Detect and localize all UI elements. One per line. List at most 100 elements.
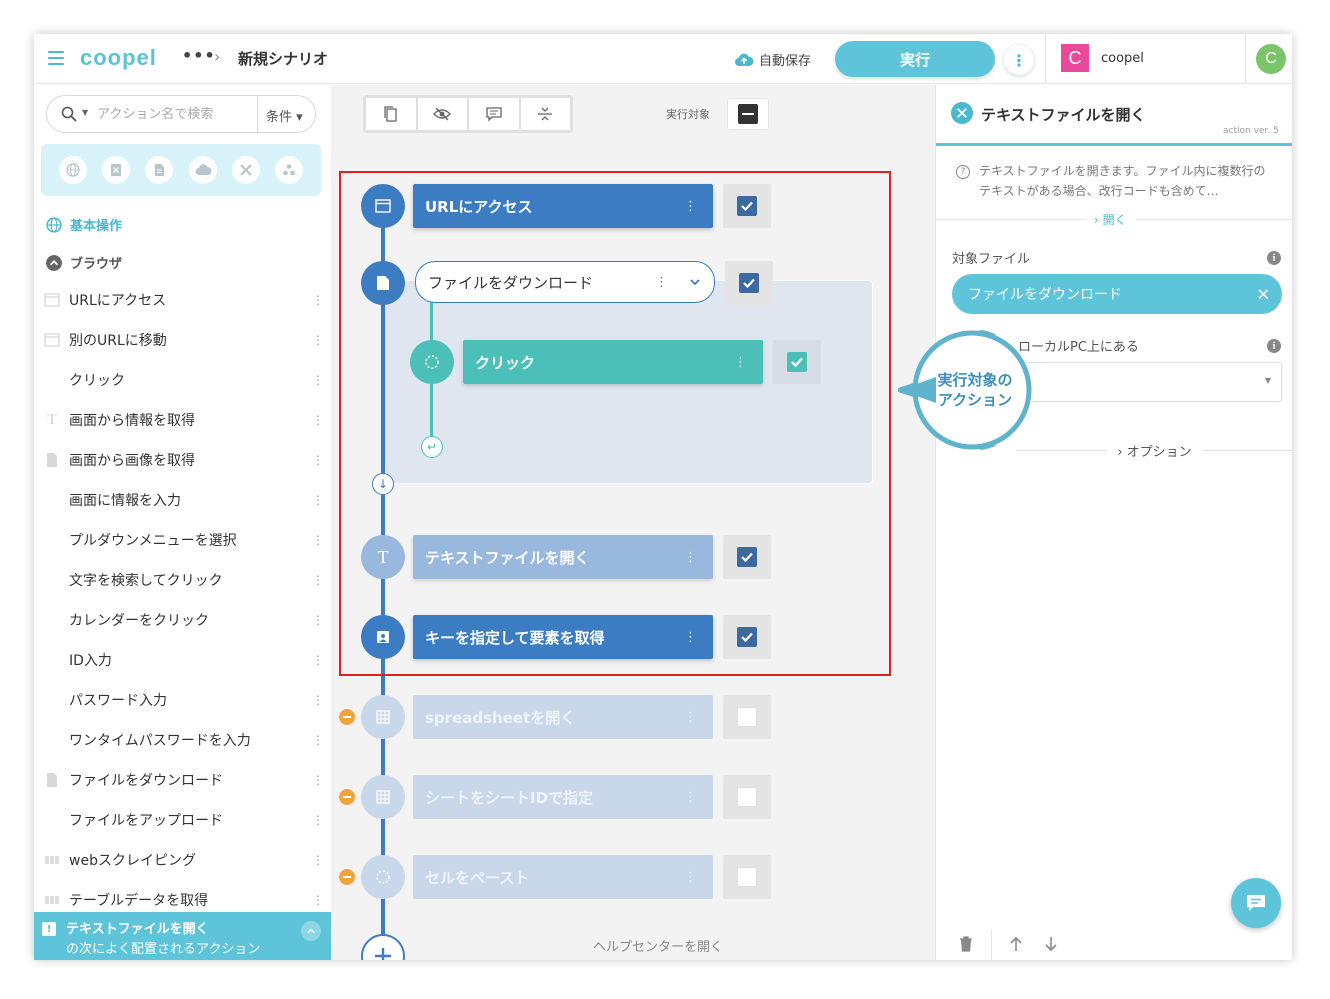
list-item[interactable]: プルダウンメニューを選択 ⋮ bbox=[34, 520, 331, 560]
target-file-chip[interactable]: ファイルをダウンロード ✕ bbox=[952, 274, 1282, 314]
item-menu-icon[interactable]: ⋮ bbox=[312, 893, 324, 907]
run-button[interactable]: 実行 bbox=[835, 41, 995, 77]
action-menu-icon[interactable]: ⋮ bbox=[734, 355, 747, 370]
item-menu-icon[interactable]: ⋮ bbox=[312, 653, 324, 667]
category-basic-operations[interactable]: 基本操作 bbox=[46, 215, 122, 234]
list-item[interactable]: ID入力 ⋮ bbox=[34, 640, 331, 680]
more-options-button[interactable]: ⋮ bbox=[1004, 45, 1034, 75]
action-open-text-file[interactable]: テキストファイルを開く ⋮ bbox=[413, 535, 713, 579]
action-get-element-by-key[interactable]: キーを指定して要素を取得 ⋮ bbox=[413, 615, 713, 659]
item-menu-icon[interactable]: ⋮ bbox=[312, 413, 324, 427]
list-item[interactable]: 画面から画像を取得 ⋮ bbox=[34, 440, 331, 480]
list-item[interactable]: パスワード入力 ⋮ bbox=[34, 680, 331, 720]
item-menu-icon[interactable]: ⋮ bbox=[312, 333, 324, 347]
list-item[interactable]: ファイルをアップロード ⋮ bbox=[34, 800, 331, 840]
arrow-up-icon[interactable] bbox=[1009, 936, 1023, 952]
comment-icon[interactable] bbox=[469, 98, 519, 130]
item-menu-icon[interactable]: ⋮ bbox=[312, 813, 324, 827]
item-menu-icon[interactable]: ⋮ bbox=[312, 533, 324, 547]
window-icon[interactable] bbox=[361, 184, 405, 228]
group-end-icon[interactable]: ↓ bbox=[372, 473, 394, 495]
item-menu-icon[interactable]: ⋮ bbox=[312, 613, 324, 627]
add-action-button[interactable] bbox=[361, 934, 405, 960]
options-toggle[interactable]: › オプション bbox=[1016, 441, 1292, 460]
breadcrumb-more-button[interactable]: ••• bbox=[182, 46, 216, 65]
list-item[interactable]: ワンタイムパスワードを入力 ⋮ bbox=[34, 720, 331, 760]
condition-filter-button[interactable]: 条件 ▾ bbox=[266, 106, 303, 125]
arrow-down-icon[interactable] bbox=[1044, 936, 1058, 952]
globe-icon[interactable] bbox=[58, 156, 87, 184]
collapse-icon[interactable] bbox=[520, 98, 570, 130]
info-icon[interactable]: i bbox=[1267, 339, 1281, 353]
cloud-icon[interactable] bbox=[188, 156, 217, 184]
list-item[interactable]: URLにアクセス ⋮ bbox=[34, 280, 331, 320]
document-icon[interactable] bbox=[361, 261, 405, 305]
action-menu-icon[interactable]: ⋮ bbox=[684, 630, 697, 645]
target-checkbox[interactable] bbox=[723, 184, 771, 228]
chevron-down-icon[interactable] bbox=[688, 275, 702, 289]
item-menu-icon[interactable]: ⋮ bbox=[312, 733, 324, 747]
target-checkbox[interactable] bbox=[723, 695, 771, 739]
hide-icon[interactable] bbox=[417, 98, 467, 130]
item-menu-icon[interactable]: ⋮ bbox=[312, 293, 324, 307]
target-checkbox[interactable] bbox=[723, 775, 771, 819]
action-menu-icon[interactable]: ⋮ bbox=[655, 275, 668, 290]
workspace-badge[interactable]: C bbox=[1061, 44, 1089, 72]
loop-return-icon[interactable]: ↵ bbox=[421, 436, 443, 458]
workspace-name[interactable]: coopel bbox=[1101, 51, 1144, 66]
help-center-link[interactable]: ヘルプセンターを開く bbox=[593, 936, 723, 955]
action-select-sheet-by-id[interactable]: シートをシートIDで指定 ⋮ bbox=[413, 775, 713, 819]
apps-icon[interactable] bbox=[275, 156, 304, 184]
list-item[interactable]: 文字を検索してクリック ⋮ bbox=[34, 560, 331, 600]
autosave-toggle[interactable]: 自動保存 bbox=[734, 50, 811, 69]
target-checkbox[interactable] bbox=[723, 535, 771, 579]
action-open-spreadsheet[interactable]: spreadsheetを開く ⋮ bbox=[413, 695, 713, 739]
target-checkbox[interactable] bbox=[725, 261, 773, 305]
click-icon[interactable] bbox=[410, 340, 454, 384]
chat-button[interactable] bbox=[1231, 878, 1281, 928]
target-checkbox[interactable] bbox=[723, 615, 771, 659]
exclude-badge[interactable] bbox=[339, 789, 355, 805]
target-checkbox[interactable] bbox=[723, 855, 771, 899]
chevron-up-icon[interactable] bbox=[301, 921, 321, 941]
item-menu-icon[interactable]: ⋮ bbox=[312, 853, 324, 867]
trash-icon[interactable] bbox=[959, 936, 973, 952]
list-item[interactable]: カレンダーをクリック ⋮ bbox=[34, 600, 331, 640]
document-icon[interactable] bbox=[145, 156, 174, 184]
action-file-download[interactable]: ファイルをダウンロード ⋮ bbox=[415, 261, 715, 303]
action-menu-icon[interactable]: ⋮ bbox=[684, 870, 697, 885]
sheet-icon[interactable] bbox=[361, 775, 405, 819]
action-menu-icon[interactable]: ⋮ bbox=[684, 199, 697, 214]
suggestion-bar[interactable]: ! テキストファイルを開く の次によく配置されるアクション bbox=[34, 912, 331, 960]
action-click[interactable]: クリック ⋮ bbox=[463, 340, 763, 384]
item-menu-icon[interactable]: ⋮ bbox=[312, 693, 324, 707]
sheet-icon[interactable] bbox=[361, 695, 405, 739]
tools-icon[interactable] bbox=[231, 156, 260, 184]
close-icon[interactable]: ✕ bbox=[1257, 285, 1270, 304]
menu-icon[interactable] bbox=[48, 51, 64, 65]
target-toggle-all[interactable] bbox=[727, 98, 769, 130]
action-url-access[interactable]: URLにアクセス ⋮ bbox=[413, 184, 713, 228]
scenario-title[interactable]: 新規シナリオ bbox=[238, 48, 328, 69]
item-menu-icon[interactable]: ⋮ bbox=[312, 773, 324, 787]
element-key-icon[interactable] bbox=[361, 615, 405, 659]
target-checkbox[interactable] bbox=[773, 340, 821, 384]
search-input[interactable] bbox=[97, 103, 257, 125]
list-item[interactable]: webスクレイピング ⋮ bbox=[34, 840, 331, 880]
list-item[interactable]: クリック ⋮ bbox=[34, 360, 331, 400]
copy-icon[interactable] bbox=[366, 98, 416, 130]
list-item[interactable]: ファイルをダウンロード ⋮ bbox=[34, 760, 331, 800]
item-menu-icon[interactable]: ⋮ bbox=[312, 373, 324, 387]
click-icon[interactable] bbox=[361, 855, 405, 899]
expand-description-link[interactable]: › 開く bbox=[1094, 211, 1127, 228]
exclude-badge[interactable] bbox=[339, 709, 355, 725]
action-menu-icon[interactable]: ⋮ bbox=[684, 710, 697, 725]
group-browser[interactable]: ブラウザ bbox=[46, 253, 122, 272]
action-paste-cell[interactable]: セルをペースト ⋮ bbox=[413, 855, 713, 899]
exclude-badge[interactable] bbox=[339, 869, 355, 885]
avatar[interactable]: C bbox=[1256, 44, 1286, 74]
list-item[interactable]: 画面に情報を入力 ⋮ bbox=[34, 480, 331, 520]
search-mode-caret[interactable]: ▼ bbox=[82, 108, 88, 117]
item-menu-icon[interactable]: ⋮ bbox=[312, 573, 324, 587]
action-menu-icon[interactable]: ⋮ bbox=[684, 790, 697, 805]
